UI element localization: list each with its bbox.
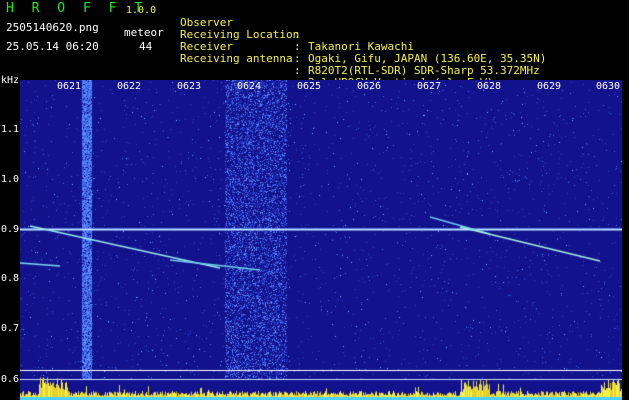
freq-unit-label: kHz (1, 75, 20, 86)
freq-label: 0.6 (1, 374, 20, 385)
spectrogram-canvas (20, 80, 622, 400)
time-label: 0627 (417, 81, 442, 92)
time-label: 0629 (537, 81, 562, 92)
time-label: 0623 (177, 81, 202, 92)
meteor-count: 44 (139, 40, 153, 53)
info-key: Receiving antenna (180, 52, 293, 65)
time-label: 0621 (57, 81, 82, 92)
time-label: 0622 (117, 81, 142, 92)
app-version: 1.0.0 (126, 5, 157, 16)
file-name: 2505140620.png (6, 21, 99, 34)
freq-label: 0.7 (1, 323, 20, 334)
freq-label: 0.9 (1, 224, 20, 235)
freq-label: 1.0 (1, 174, 20, 185)
hrofft-window: H R O F F T 1.0.0 2505140620.png 25.05.1… (0, 0, 629, 400)
freq-label: 1.1 (1, 124, 20, 135)
time-label: 0625 (297, 81, 322, 92)
timestamp: 25.05.14 06:20 (6, 40, 99, 53)
meteor-label: meteor (124, 26, 164, 39)
time-label: 0624 (237, 81, 262, 92)
info-colon: : (294, 64, 301, 77)
time-label: 0626 (357, 81, 382, 92)
time-label: 0628 (477, 81, 502, 92)
time-label: 0630 (596, 81, 621, 92)
spectrogram-plot (20, 80, 622, 400)
freq-label: 0.8 (1, 273, 20, 284)
